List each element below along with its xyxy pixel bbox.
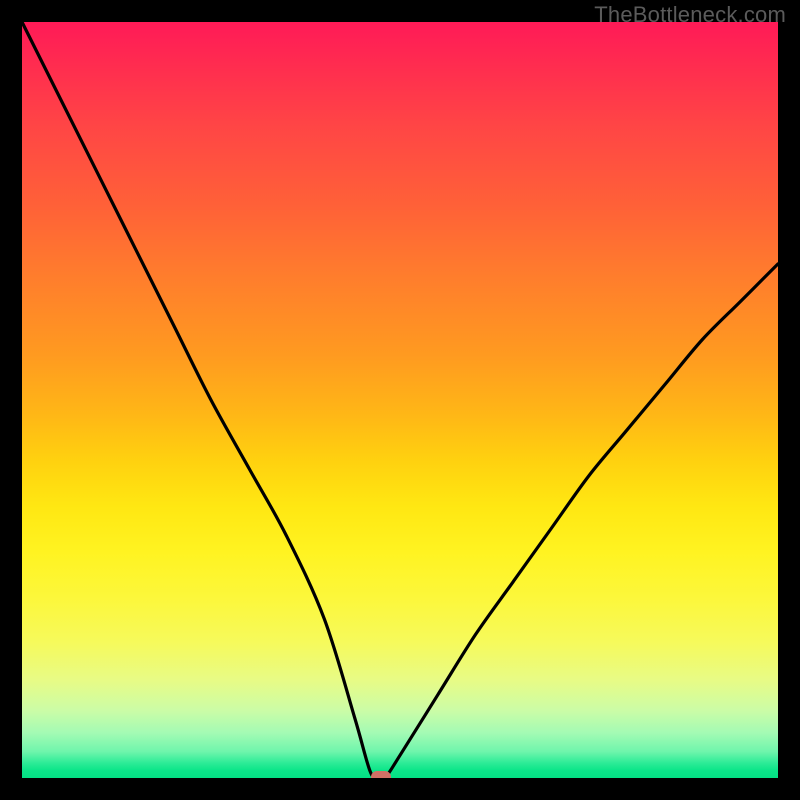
plot-area [22, 22, 778, 778]
curve-layer [22, 22, 778, 778]
watermark-text: TheBottleneck.com [594, 2, 786, 28]
optimum-marker [371, 771, 391, 778]
chart-frame: TheBottleneck.com [0, 0, 800, 800]
bottleneck-curve [22, 22, 778, 778]
